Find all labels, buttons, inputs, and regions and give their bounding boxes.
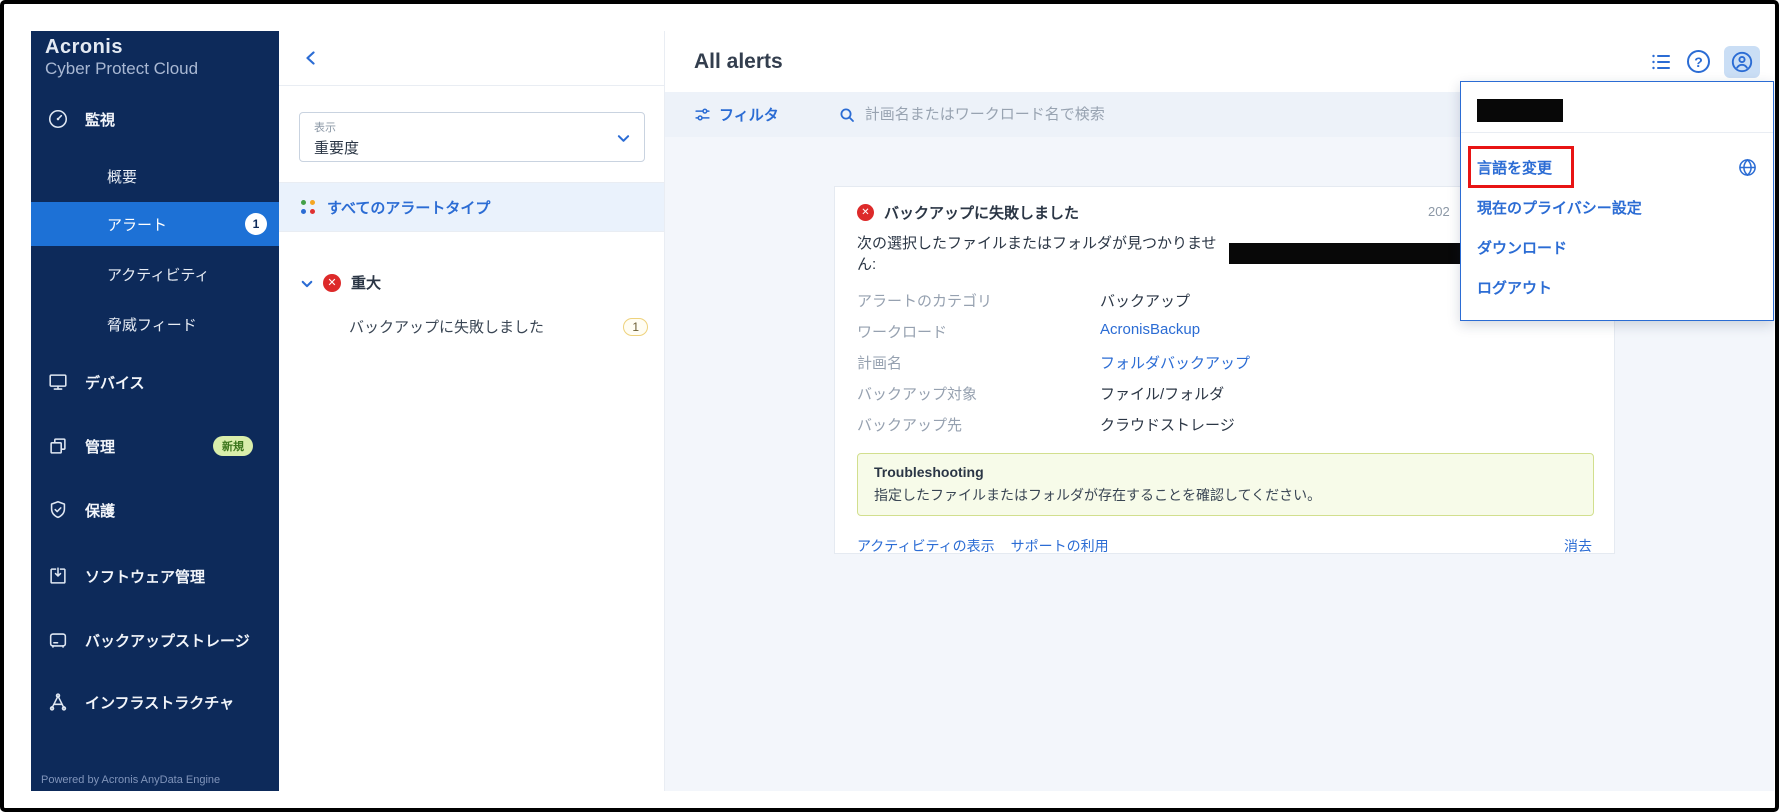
all-alert-types-label: すべてのアラートタイプ [327, 197, 490, 218]
alert-card-footer: アクティビティの表示 サポートの利用 消去 [857, 536, 1592, 556]
alert-type-count-badge: 1 [623, 318, 648, 336]
page-title: All alerts [694, 50, 783, 74]
sidebar-item-activities[interactable]: アクティビティ [31, 260, 279, 288]
menu-item-downloads[interactable]: ダウンロード [1461, 227, 1773, 267]
software-box-icon [47, 565, 69, 587]
search-box [839, 106, 1225, 123]
brand-line1: Acronis [45, 36, 198, 59]
redacted-user-name [1477, 99, 1563, 122]
sidebar-item-threat-feed[interactable]: 脅威フィード [31, 310, 279, 338]
sidebar: Acronis Cyber Protect Cloud 監視 概要 アラート 1… [31, 31, 279, 791]
collapse-panel-button[interactable] [304, 51, 318, 65]
search-icon [839, 107, 855, 123]
troubleshooting-box: Troubleshooting 指定したファイルまたはフォルダが存在することを確… [857, 453, 1594, 516]
account-dropdown-menu: 言語を変更 現在のプライバシー設定 ダウンロード ログアウト [1460, 81, 1774, 321]
sidebar-item-management[interactable]: 管理 新規 [31, 432, 279, 460]
account-icon [1730, 50, 1754, 74]
filter-button[interactable]: フィルタ [694, 104, 779, 125]
powered-by-text: Powered by Acronis AnyData Engine [41, 774, 220, 786]
brand-logo: Acronis Cyber Protect Cloud [45, 36, 198, 79]
workload-link[interactable]: AcronisBackup [1100, 321, 1592, 342]
brand-line2: Cyber Protect Cloud [45, 59, 198, 79]
detail-label: 計画名 [857, 352, 1100, 373]
sidebar-item-label: デバイス [85, 372, 145, 393]
sidebar-item-software-management[interactable]: ソフトウェア管理 [31, 562, 279, 590]
sidebar-item-label: 監視 [85, 109, 115, 130]
menu-item-logout[interactable]: ログアウト [1461, 267, 1773, 307]
sliders-filter-icon [694, 106, 711, 123]
help-icon[interactable]: ? [1687, 50, 1710, 73]
troubleshooting-title: Troubleshooting [874, 464, 1577, 480]
alerts-filter-panel: 表示 重要度 すべてのアラートタイプ ✕ 重大 バックアップに失敗しました 1 [279, 31, 665, 791]
panel-header [279, 31, 664, 86]
detail-label: アラートのカテゴリ [857, 290, 1100, 311]
severity-group-critical[interactable]: ✕ 重大 [301, 272, 381, 293]
sidebar-item-overview[interactable]: 概要 [31, 162, 279, 190]
alerts-count-badge: 1 [245, 213, 267, 235]
alert-title: バックアップに失敗しました [884, 202, 1079, 223]
error-icon: ✕ [857, 204, 874, 221]
plan-name-link[interactable]: フォルダバックアップ [1100, 352, 1592, 373]
detail-value: ファイル/フォルダ [1100, 383, 1592, 404]
sidebar-item-backup-storage[interactable]: バックアップストレージ [31, 626, 279, 654]
view-by-select[interactable]: 表示 重要度 [299, 112, 645, 162]
sidebar-item-infrastructure[interactable]: インフラストラクチャ [31, 688, 279, 716]
menu-item-change-language[interactable]: 言語を変更 [1461, 147, 1773, 187]
alert-types-dots-icon [301, 200, 315, 214]
severity-group-label: 重大 [351, 272, 381, 293]
gauge-icon [47, 108, 69, 130]
all-alert-types-row[interactable]: すべてのアラートタイプ [279, 182, 664, 232]
menu-item-label: ログアウト [1477, 277, 1552, 298]
globe-icon [1738, 158, 1757, 177]
menu-item-label: 現在のプライバシー設定 [1477, 197, 1642, 218]
sidebar-item-alerts[interactable]: アラート 1 [31, 202, 279, 246]
account-menu-header [1461, 82, 1773, 133]
sidebar-item-protection[interactable]: 保護 [31, 496, 279, 524]
menu-item-label: ダウンロード [1477, 237, 1567, 258]
alert-type-item-backup-failed[interactable]: バックアップに失敗しました 1 [349, 316, 648, 337]
alert-timestamp: 202 [1428, 204, 1450, 219]
troubleshooting-text: 指定したファイルまたはフォルダが存在することを確認してください。 [874, 485, 1577, 505]
app-window: Acronis Cyber Protect Cloud 監視 概要 アラート 1… [0, 0, 1779, 812]
alert-type-label: バックアップに失敗しました [349, 316, 544, 337]
chevron-down-icon[interactable] [301, 277, 313, 289]
search-input[interactable] [865, 106, 1225, 123]
monitor-icon [47, 371, 69, 393]
menu-item-label: 言語を変更 [1477, 157, 1552, 178]
storage-drive-icon [47, 629, 69, 651]
sidebar-item-label: アラート [107, 214, 167, 235]
sidebar-item-label: 保護 [85, 500, 115, 521]
menu-item-privacy-settings[interactable]: 現在のプライバシー設定 [1461, 187, 1773, 227]
account-menu-items: 言語を変更 現在のプライバシー設定 ダウンロード ログアウト [1461, 133, 1773, 307]
sidebar-item-label: インフラストラクチャ [85, 692, 234, 713]
list-icon[interactable] [1649, 50, 1673, 74]
layers-icon [47, 435, 69, 457]
sidebar-item-label: 管理 [85, 436, 115, 457]
sidebar-item-label: ソフトウェア管理 [85, 566, 205, 587]
critical-error-icon: ✕ [323, 274, 341, 292]
sidebar-item-monitoring[interactable]: 監視 [31, 105, 279, 133]
sidebar-item-label: アクティビティ [107, 264, 209, 285]
infrastructure-icon [47, 691, 69, 713]
header-icons: ? [1649, 46, 1760, 78]
detail-label: ワークロード [857, 321, 1100, 342]
new-badge: 新規 [213, 436, 253, 456]
sidebar-item-label: バックアップストレージ [85, 630, 250, 651]
filter-label: フィルタ [719, 104, 779, 125]
show-activities-link[interactable]: アクティビティの表示 [857, 536, 995, 556]
alert-message: 次の選択したファイルまたはフォルダが見つかりません: [857, 232, 1221, 274]
sidebar-item-label: 脅威フィード [107, 314, 197, 335]
sidebar-item-devices[interactable]: デバイス [31, 368, 279, 396]
detail-label: バックアップ対象 [857, 383, 1100, 404]
chevron-down-icon [617, 132, 630, 145]
detail-label: バックアップ先 [857, 414, 1100, 435]
clear-alert-link[interactable]: 消去 [1564, 536, 1592, 556]
shield-check-icon [47, 499, 69, 521]
get-support-link[interactable]: サポートの利用 [1011, 536, 1109, 556]
select-value: 重要度 [314, 137, 630, 158]
select-label: 表示 [314, 119, 630, 135]
account-button[interactable] [1724, 46, 1760, 78]
detail-value: クラウドストレージ [1100, 414, 1592, 435]
sidebar-item-label: 概要 [107, 166, 137, 187]
